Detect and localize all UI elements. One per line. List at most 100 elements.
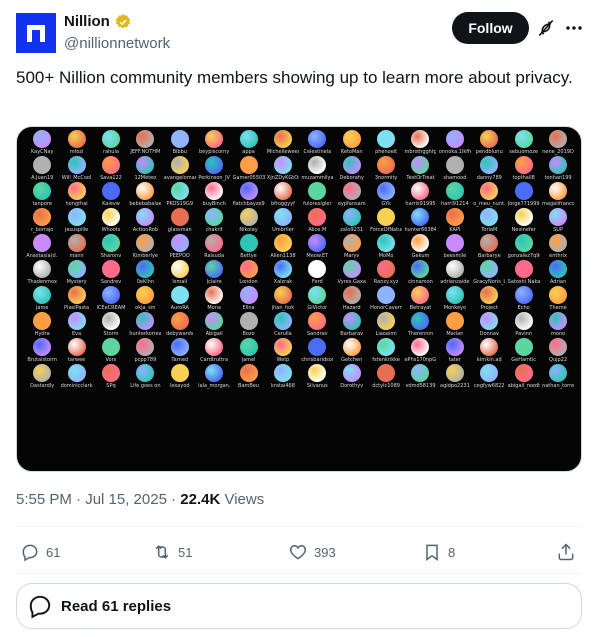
author-display-name-row[interactable]: Nillion [64, 12, 170, 32]
member-avatar-cell: Betrayat [403, 286, 437, 312]
member-avatar [308, 286, 327, 304]
bookmark-button[interactable]: 8 [422, 538, 455, 566]
member-name: PixelPasta [64, 305, 90, 311]
member-avatar [136, 234, 155, 252]
member-avatar-cell: agidpo2231 [438, 364, 472, 390]
member-avatar-cell: PKOS19G9 [163, 182, 197, 208]
more-options-icon[interactable] [564, 18, 584, 38]
member-name: Hydra [34, 331, 50, 337]
member-avatar-cell: Gamer05503... [231, 156, 265, 182]
member-name: BamBeu [238, 383, 260, 389]
member-avatar-cell: shamood [438, 156, 472, 182]
member-avatar-cell: tanpore [25, 182, 59, 208]
member-name: magalifranco20 [542, 201, 574, 207]
member-name: Maryv [344, 253, 360, 259]
member-avatar [549, 364, 568, 382]
author-display-name[interactable]: Nillion [64, 12, 110, 32]
member-name: chakrit [205, 227, 223, 233]
share-button[interactable] [556, 538, 576, 566]
member-avatar-cell: A.Juan19 [25, 156, 59, 182]
member-avatar-cell: Sharonv [94, 234, 128, 260]
member-avatar-cell: Maryv [335, 234, 369, 260]
member-avatar [411, 338, 430, 356]
member-avatar-cell: GYk [369, 182, 403, 208]
member-avatar-cell: Sava122 [94, 156, 128, 182]
member-name: Thadenmox [27, 279, 57, 285]
member-avatar [67, 130, 86, 148]
member-name: GracyNoris_L... [473, 279, 505, 285]
tweet-timestamp[interactable]: 5:55 PM · Jul 15, 2025 [16, 491, 167, 508]
member-avatar [239, 234, 258, 252]
member-name: A.Juan19 [31, 175, 54, 181]
member-avatar [445, 234, 464, 252]
like-button[interactable]: 393 [288, 538, 336, 566]
member-avatar-cell: Project [472, 286, 506, 312]
nillion-avatar[interactable] [16, 13, 56, 53]
member-avatar-cell: BamBeu [231, 364, 265, 390]
member-avatar-cell: Hazard [335, 286, 369, 312]
member-avatar [170, 208, 189, 226]
member-avatar-cell: Pavinn [506, 312, 540, 338]
member-avatar [101, 234, 120, 252]
member-name: Wetp [276, 357, 290, 363]
grok-icon[interactable] [536, 18, 556, 38]
member-name: Perkinson_JV [198, 175, 230, 181]
verified-badge-icon[interactable] [114, 13, 132, 31]
divider [16, 526, 582, 527]
member-avatar-cell: Satoshi Naka... [506, 260, 540, 286]
member-avatar [33, 182, 52, 200]
member-avatar [205, 130, 224, 148]
member-avatar [205, 156, 224, 174]
member-name: ICEeCREAM [96, 305, 126, 311]
member-avatar [33, 312, 52, 330]
member-avatar [342, 234, 361, 252]
member-name: mbrsthgghtg [404, 149, 437, 155]
member-avatar-cell: gonzalez7q9u5 [506, 234, 540, 260]
member-avatar-cell: jhan_hok [266, 286, 300, 312]
member-name: Michelleween... [266, 149, 299, 155]
author-handle[interactable]: @nillionnetwork [64, 34, 170, 54]
read-replies-button[interactable]: Read 61 replies [16, 583, 582, 629]
member-avatar-cell: 0eKihn [128, 260, 162, 286]
member-name: Gamer05503... [232, 175, 265, 181]
member-avatar [342, 130, 361, 148]
member-avatar [445, 364, 464, 382]
member-avatar [308, 182, 327, 200]
member-avatar-cell: avangelomanci... [163, 156, 197, 182]
follow-button[interactable]: Follow [452, 12, 529, 44]
member-name: beypiscorny [199, 149, 230, 155]
share-icon [558, 543, 574, 561]
member-name: tarwee [67, 357, 86, 363]
member-name: SUP [553, 227, 563, 233]
member-avatar [101, 364, 120, 382]
member-name: o_meu_nunt... [473, 201, 506, 207]
member-name: muzammilyas... [301, 175, 334, 181]
member-avatar-cell: GiVictor [300, 286, 334, 312]
member-avatar-cell: Meow.ET [300, 234, 334, 260]
member-avatar [411, 234, 430, 252]
member-avatar-cell: Alien1138 [266, 234, 300, 260]
member-avatar [101, 286, 120, 304]
member-name: GeHamtic [511, 357, 537, 363]
member-name: topthail8 [512, 175, 535, 181]
member-name: Storm [103, 331, 119, 337]
member-name: rahula [103, 149, 119, 155]
tweet-media-image[interactable]: KayCNay mfozi rahula JEFF.NOTHM Bibbu beypisc… [16, 126, 582, 472]
member-avatar [205, 338, 224, 356]
member-avatar-cell: enthrix [541, 234, 575, 260]
author-info: Nillion @nillionnetwork [64, 12, 170, 54]
member-avatar [377, 208, 396, 226]
member-avatar [377, 364, 396, 382]
member-avatar [514, 208, 533, 226]
member-name: 3normity [374, 175, 398, 181]
member-avatar [33, 234, 52, 252]
member-avatar [33, 286, 52, 304]
member-name: sebuomoze [509, 149, 539, 155]
member-name: jamel [241, 357, 256, 363]
member-name: pendbluriu [475, 149, 503, 155]
repost-button[interactable]: 51 [152, 538, 192, 566]
member-avatar-cell: Barbarav [335, 312, 369, 338]
member-avatar [411, 182, 430, 200]
member-name: agidpo2231 [440, 383, 470, 389]
reply-button[interactable]: 61 [20, 538, 60, 566]
